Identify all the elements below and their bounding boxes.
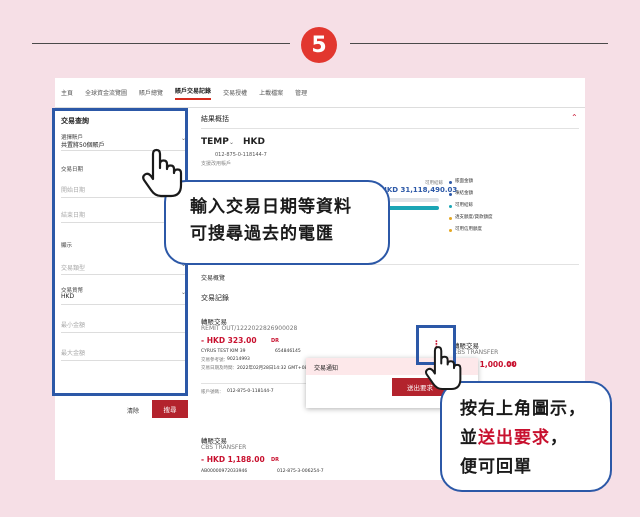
callout-highlight: 送出要求 [478,428,550,448]
account-type: 支援改用帳戶 [201,161,232,167]
callout-line: 便可回單 [460,457,532,477]
from-label: 賬戶號碼： [201,390,224,395]
top-navigation: 主頁 全球資金流覽圖 賬戶總覽 賬戶交易記錄 交易授權 上載檔案 管理 [55,78,585,108]
callout-line: 並送出要求， [460,424,610,453]
date-label: 交易日期及時間： [201,366,237,371]
balance-value: HKD 31,118,490.03 [381,186,458,194]
transaction-to: AB00000972033946 [201,469,248,474]
results-title: 結果概括 [201,115,229,123]
callout-search: 輸入交易日期等資料 可搜尋過去的電匯 [164,180,390,265]
date-value: 2022年02月28日14:32 GMT+08:00 [237,366,315,371]
nav-tab-authorization[interactable]: 交易授權 [223,88,247,97]
legend-item: 可用結餘 [455,203,473,208]
serial-label: 交易參考號： [201,358,228,363]
legend-item: 凍結金額 [455,191,473,196]
popup-item-label: 交易通知 [314,365,339,372]
dr-label: DR [271,457,280,463]
overview-label: 交易概覽 [201,275,226,282]
dr-label: DR [507,362,516,368]
legend-dot [449,229,452,232]
hand-pointer-icon [425,346,462,390]
collapse-icon[interactable]: ⌃ [571,113,578,122]
nav-tab-home[interactable]: 主頁 [61,88,73,97]
legend-dot [449,217,452,220]
callout-line: 可搜尋過去的電匯 [190,224,334,244]
transaction-amount: - HKD 323.00 [201,336,257,345]
nav-tab-global-view[interactable]: 全球資金流覽圖 [85,88,127,97]
transaction-to: CYRUS TEST KIM 39 [201,349,246,354]
nav-tab-account-overview[interactable]: 賬戶總覽 [139,88,163,97]
callout-line: 輸入交易日期等資料 [190,197,352,217]
transaction-to-account: 654846145 [275,349,301,354]
legend-item: 賬面金額 [455,179,473,184]
legend-dot [449,205,452,208]
dr-label: DR [271,338,280,344]
transaction-to-account: 012-875-3-006254-7 [277,469,324,474]
account-number: 012-875-0-118144-7 [215,152,267,158]
legend-item: 可用信用額度 [455,227,482,232]
transaction-ref: REMIT OUT/1222022826900028 [201,325,298,332]
nav-tab-transactions[interactable]: 賬戶交易記錄 [175,86,212,100]
records-title: 交易記錄 [201,294,229,302]
legend-dot [449,181,452,184]
search-button[interactable]: 搜尋 [152,400,188,418]
divider-left [32,43,290,44]
step-number: 5 [301,27,337,63]
nav-tab-admin[interactable]: 管理 [295,88,307,97]
transaction-ref: CBS TRANSFER [201,444,247,451]
callout-text: 並 [460,428,478,448]
callout-request: 按右上角圖示， 並送出要求， 便可回單 [440,381,612,492]
divider [201,128,579,129]
nav-tab-upload[interactable]: 上載檔案 [259,88,283,97]
legend-item: 透支額度/貸款額度 [455,215,493,220]
account-currency: HKD [243,137,265,147]
callout-line: 按右上角圖示， [460,399,586,419]
callout-text: ， [550,428,568,448]
from-account: 012-875-0-118144-7 [227,389,274,394]
hand-pointer-icon [142,148,183,198]
chevron-down-icon: ⌄ [229,139,235,146]
account-name[interactable]: TEMP [201,137,229,147]
legend-dot [449,193,452,196]
clear-button[interactable]: 清除 [127,406,139,415]
transaction-amount: - HKD 1,188.00 [201,455,265,464]
divider-right [350,43,608,44]
serial-value: 90214993 [227,357,250,362]
